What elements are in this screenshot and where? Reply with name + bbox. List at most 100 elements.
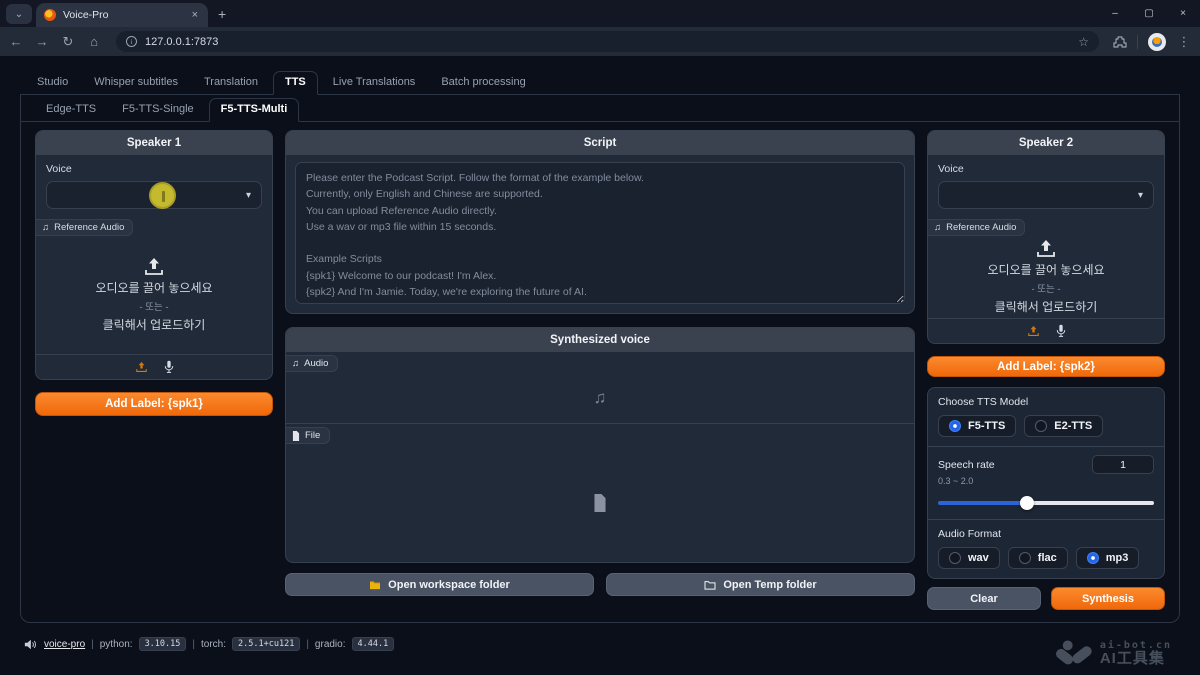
f5-tts-multi-content: Speaker 1 Voice ▾ ♫ Reference Audio [21, 122, 1179, 622]
subtab-f5-tts-multi[interactable]: F5-TTS-Multi [209, 98, 300, 122]
tab-whisper-subtitles[interactable]: Whisper subtitles [83, 72, 189, 94]
url-text: 127.0.0.1:7873 [145, 36, 218, 48]
browser-tab-title: Voice-Pro [63, 9, 183, 21]
radio-f5-tts-label: F5-TTS [968, 420, 1005, 432]
chevron-down-icon: ⌄ [15, 9, 23, 20]
speaker2-column: Speaker 2 Voice ▾ ♫ Reference Audio [927, 130, 1165, 610]
add-label-spk1-button[interactable]: Add Label: {spk1} [35, 392, 273, 416]
script-body [286, 155, 914, 313]
python-version: 3.10.15 [139, 637, 187, 651]
maximize-button[interactable]: ▢ [1132, 0, 1166, 27]
tab-live-translations[interactable]: Live Translations [322, 72, 427, 94]
speaker1-voice-section: Voice ▾ [36, 155, 272, 215]
speaker2-audio-dropzone[interactable]: 오디오를 끌어 놓으세요 - 또는 - 클릭해서 업로드하기 [928, 236, 1164, 318]
speaker1-voice-dropdown[interactable]: ▾ [46, 181, 262, 209]
radio-unselected-icon [949, 552, 961, 564]
synthesized-voice-card: Synthesized voice ♫ Audio ♫ File [285, 327, 915, 563]
speaker2-voice-section: Voice ▾ [928, 155, 1164, 215]
upload-source-icon[interactable] [1027, 325, 1040, 337]
speech-rate-slider[interactable] [938, 496, 1154, 510]
minimize-button[interactable]: – [1098, 0, 1132, 27]
workspace-folder-icon [369, 580, 381, 590]
music-note-icon: ♫ [934, 222, 941, 233]
radio-f5-tts[interactable]: F5-TTS [938, 415, 1016, 437]
python-label: python: [100, 639, 133, 650]
site-info-icon[interactable]: i [126, 36, 137, 47]
upload-source-icon[interactable] [135, 361, 148, 373]
music-note-placeholder-icon: ♫ [594, 388, 607, 408]
subtab-f5-tts-single[interactable]: F5-TTS-Single [111, 99, 205, 121]
slider-handle[interactable] [1020, 496, 1034, 510]
file-output-zone[interactable] [286, 444, 914, 562]
speaker2-voice-label: Voice [938, 163, 1154, 175]
speaker1-card: Speaker 1 Voice ▾ ♫ Reference Audio [35, 130, 273, 380]
folder-buttons-row: Open workspace folder Open Temp folder [285, 573, 915, 596]
speech-rate-range: 0.3 ~ 2.0 [938, 476, 1154, 486]
radio-mp3[interactable]: mp3 [1076, 547, 1140, 569]
radio-flac[interactable]: flac [1008, 547, 1068, 569]
browser-chrome: ⌄ Voice-Pro × + – ▢ × ← → ↻ ⌂ i 127.0.0.… [0, 0, 1200, 56]
radio-unselected-icon [1035, 420, 1047, 432]
microphone-icon[interactable] [1056, 324, 1066, 338]
radio-e2-tts[interactable]: E2-TTS [1024, 415, 1103, 437]
radio-wav-label: wav [968, 552, 989, 564]
tab-translation[interactable]: Translation [193, 72, 269, 94]
gradio-label: gradio: [315, 639, 346, 650]
footer-separator: | [91, 639, 94, 650]
upload-icon [1035, 239, 1057, 258]
speaker1-header: Speaker 1 [36, 131, 272, 155]
add-label-spk2-button[interactable]: Add Label: {spk2} [927, 356, 1165, 377]
extensions-icon[interactable] [1113, 35, 1127, 49]
profile-avatar[interactable] [1148, 33, 1166, 51]
watermark-cn: AI工具集 [1100, 651, 1172, 668]
synthesis-button[interactable]: Synthesis [1051, 587, 1165, 610]
bookmark-star-icon[interactable]: ☆ [1078, 35, 1089, 49]
speaker1-reference-audio-label: Reference Audio [54, 222, 124, 233]
address-bar[interactable]: i 127.0.0.1:7873 ☆ [116, 31, 1099, 52]
audio-output-zone[interactable]: ♫ [286, 372, 914, 424]
voice-pro-app: Studio Whisper subtitles Translation TTS… [0, 56, 1200, 675]
reload-icon[interactable]: ↻ [60, 34, 76, 50]
speaker1-audio-dropzone[interactable]: 오디오를 끌어 놓으세요 - 또는 - 클릭해서 업로드하기 [36, 236, 272, 354]
slider-track [938, 501, 1154, 505]
cursor-highlight [149, 182, 176, 209]
speech-rate-input[interactable] [1092, 455, 1154, 474]
workspace-folder-label: Open workspace folder [388, 579, 510, 591]
toolbar-divider [1137, 35, 1138, 49]
speaker2-card: Speaker 2 Voice ▾ ♫ Reference Audio [927, 130, 1165, 344]
browser-tab[interactable]: Voice-Pro × [36, 3, 208, 27]
tab-batch-processing[interactable]: Batch processing [430, 72, 536, 94]
script-textarea[interactable] [295, 162, 905, 304]
chevron-down-icon: ▾ [246, 190, 251, 201]
ai-bot-logo-icon [1056, 640, 1092, 667]
file-output-label: File [305, 430, 320, 441]
speaker2-reference-audio-tab[interactable]: ♫ Reference Audio [928, 219, 1025, 236]
voice-pro-link[interactable]: voice-pro [44, 639, 85, 650]
open-temp-folder-button[interactable]: Open Temp folder [606, 573, 915, 596]
microphone-icon[interactable] [164, 360, 174, 374]
tab-tts[interactable]: TTS [273, 71, 318, 95]
open-workspace-folder-button[interactable]: Open workspace folder [285, 573, 594, 596]
watermark-domain: ai-bot.cn [1100, 640, 1172, 651]
tab-search-button[interactable]: ⌄ [6, 4, 32, 24]
tts-sub-tab-bar: Edge-TTS F5-TTS-Single F5-TTS-Multi [21, 95, 1179, 122]
speaker2-voice-dropdown[interactable]: ▾ [938, 181, 1154, 209]
speech-rate-section: Speech rate 0.3 ~ 2.0 [928, 446, 1164, 519]
speaker-icon [24, 639, 36, 650]
upload-icon [143, 257, 165, 276]
tab-studio[interactable]: Studio [26, 72, 79, 94]
close-button[interactable]: × [1166, 0, 1200, 27]
forward-icon[interactable]: → [34, 34, 50, 49]
radio-wav[interactable]: wav [938, 547, 1000, 569]
dropzone-click-text: 클릭해서 업로드하기 [995, 298, 1098, 315]
menu-icon[interactable]: ⋮ [1176, 34, 1192, 50]
home-icon[interactable]: ⌂ [86, 34, 102, 49]
clear-button[interactable]: Clear [927, 587, 1041, 610]
new-tab-button[interactable]: + [218, 6, 226, 22]
back-icon[interactable]: ← [8, 34, 24, 49]
model-section-label: Choose TTS Model [938, 396, 1154, 408]
speaker1-reference-audio-tab[interactable]: ♫ Reference Audio [36, 219, 133, 236]
temp-folder-label: Open Temp folder [723, 579, 816, 591]
tab-close-icon[interactable]: × [190, 9, 200, 21]
subtab-edge-tts[interactable]: Edge-TTS [35, 99, 107, 121]
